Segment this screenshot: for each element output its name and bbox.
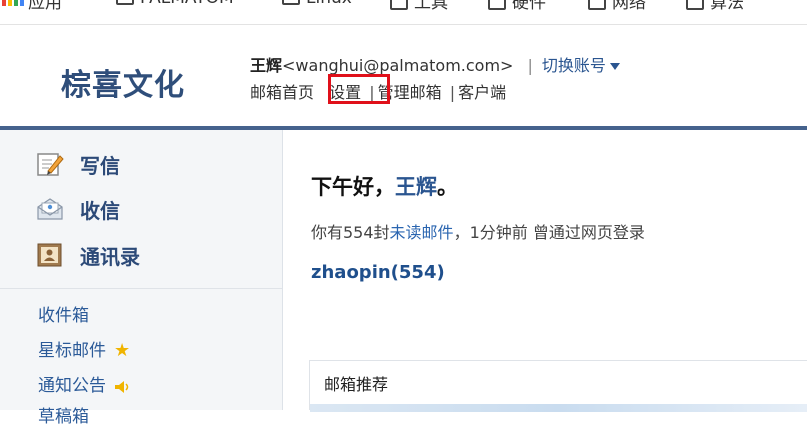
- recommend-title: 邮箱推荐: [324, 375, 389, 394]
- bookmark-label: Linux: [306, 0, 352, 8]
- compose-button[interactable]: 写信: [36, 148, 120, 180]
- folder-notices[interactable]: 通知公告: [38, 371, 130, 396]
- address-book-icon: [36, 242, 64, 268]
- envelope-open-icon: [36, 196, 64, 222]
- bookmark-label: 算法: [710, 0, 744, 13]
- folder-icon: [390, 0, 408, 10]
- folder-label: 星标邮件: [38, 341, 106, 361]
- last-login-text: ，1分钟前 曾通过网页登录: [453, 223, 645, 242]
- unread-mail-link[interactable]: 未读邮件: [390, 223, 454, 242]
- user-email: <wanghui@palmatom.com>: [282, 56, 514, 75]
- highlight-box: [328, 74, 390, 104]
- switch-account-label: 切换账号: [541, 56, 606, 75]
- folder-starred[interactable]: 星标邮件 ★: [38, 336, 130, 361]
- sidebar: 写信 收信 通讯录 收件箱 星标邮件 ★ 通知公告 草稿箱: [0, 130, 283, 427]
- bookmark-label: 网络: [612, 0, 646, 13]
- apps-grid-icon[interactable]: [0, 0, 28, 6]
- bookmark-linux[interactable]: Linux: [282, 0, 352, 10]
- brand-logo[interactable]: 棕喜文化: [61, 60, 185, 104]
- greeting-name: 王辉: [395, 175, 437, 199]
- client-link[interactable]: 客户端: [458, 83, 506, 102]
- bookmark-label: 工具: [414, 0, 448, 13]
- login-info: 你有554封未读邮件，1分钟前 曾通过网页登录: [311, 219, 645, 243]
- speaker-icon: [114, 379, 130, 393]
- folder-label: 草稿箱: [38, 407, 89, 427]
- folder-icon: [686, 0, 704, 10]
- greeting-text: 下午好，: [311, 175, 395, 199]
- receive-button[interactable]: 收信: [36, 193, 120, 225]
- unread-count-text: 你有554封: [311, 223, 390, 242]
- user-name: 王辉: [250, 56, 283, 75]
- mailbox-home-link[interactable]: 邮箱首页: [250, 83, 314, 102]
- folder-inbox[interactable]: 收件箱: [38, 301, 89, 326]
- bookmarks-bar: 应用 PALMATOM Linux 工具 硬件 网络 算法: [0, 0, 807, 25]
- bookmark-algorithm[interactable]: 算法: [686, 0, 744, 13]
- folder-label: 通知公告: [38, 376, 106, 396]
- bookmark-hardware[interactable]: 硬件: [488, 0, 546, 13]
- recommend-banner[interactable]: [310, 404, 807, 412]
- folder-drafts[interactable]: 草稿箱: [38, 402, 89, 427]
- folder-icon: [588, 0, 606, 10]
- folder-label: 收件箱: [38, 306, 89, 326]
- bookmark-apps[interactable]: 应用: [28, 0, 62, 13]
- bookmark-tools[interactable]: 工具: [390, 0, 448, 13]
- sidebar-divider: [0, 288, 282, 289]
- bookmark-label: 硬件: [512, 0, 546, 13]
- folder-icon: [116, 0, 134, 5]
- switch-account-button[interactable]: 切换账号: [542, 56, 620, 75]
- greeting-end: 。: [437, 175, 458, 199]
- compose-label: 写信: [80, 153, 120, 178]
- receive-label: 收信: [80, 198, 120, 223]
- folder-icon: [282, 0, 300, 5]
- user-line: 王辉<wanghui@palmatom.com> | 切换账号: [250, 52, 620, 76]
- separator: |: [527, 56, 533, 75]
- star-icon: ★: [114, 340, 131, 361]
- nav-divider: |: [449, 83, 456, 102]
- account-mailbox-link[interactable]: zhaopin(554): [311, 262, 445, 283]
- bookmark-network[interactable]: 网络: [588, 0, 646, 13]
- caret-down-icon: [609, 63, 620, 70]
- folder-icon: [488, 0, 506, 10]
- greeting: 下午好，王辉。: [311, 171, 458, 201]
- bookmark-palmatom[interactable]: PALMATOM: [116, 0, 234, 10]
- bookmark-label: 应用: [28, 0, 62, 13]
- pencil-note-icon: [36, 151, 64, 177]
- contacts-label: 通讯录: [80, 244, 140, 269]
- recommend-panel: 邮箱推荐: [309, 360, 807, 412]
- contacts-button[interactable]: 通讯录: [36, 239, 140, 271]
- bookmark-label: PALMATOM: [140, 0, 234, 8]
